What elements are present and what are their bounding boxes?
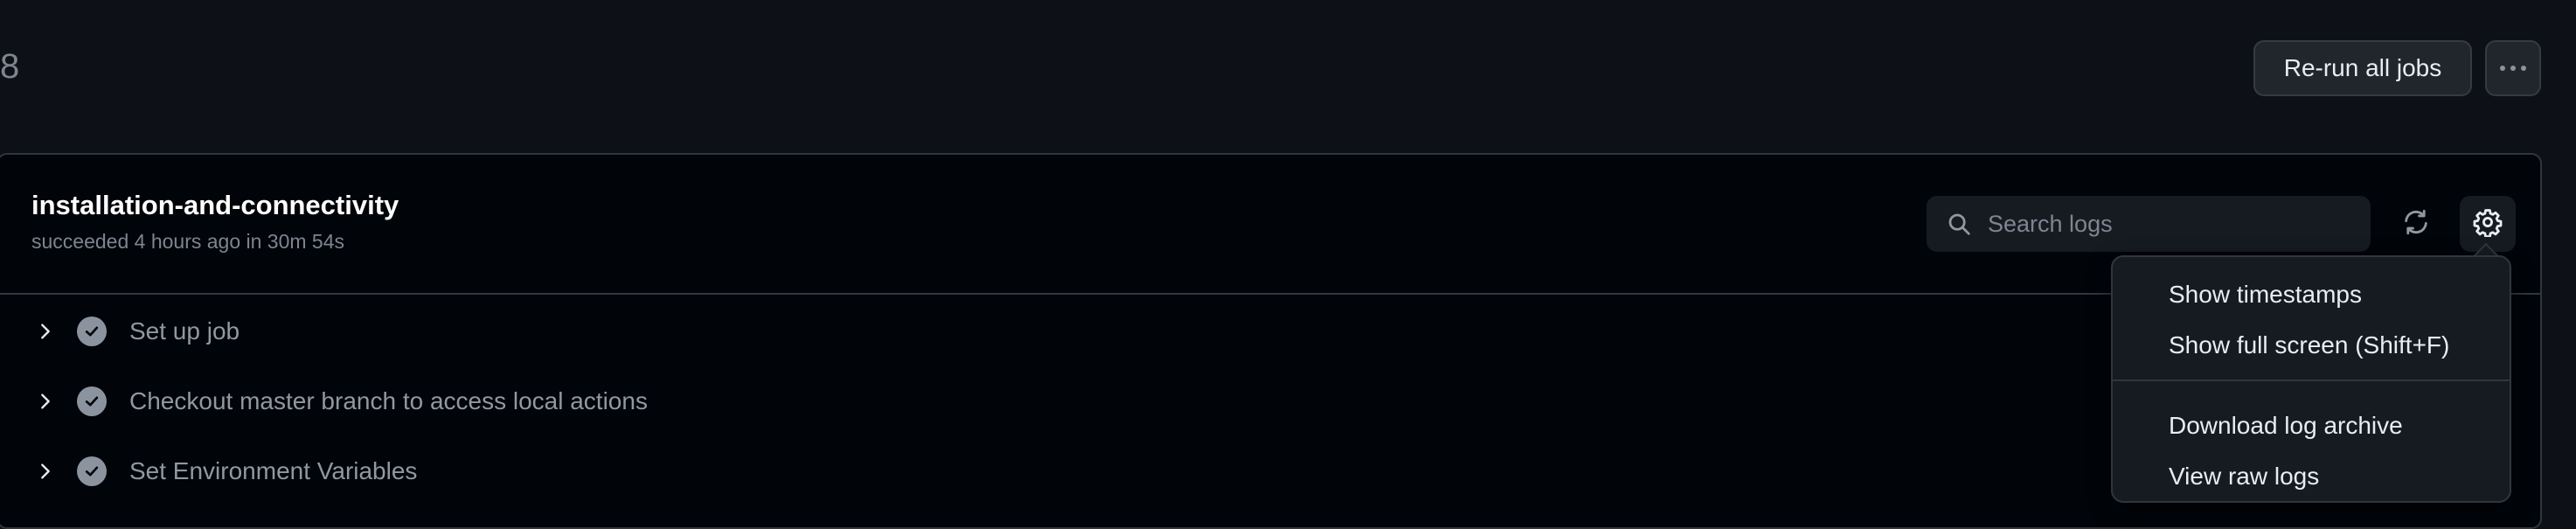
search-logs-field[interactable]	[1927, 196, 2371, 252]
menu-item-download-log-archive[interactable]: Download log archive	[2113, 402, 2510, 449]
search-logs-input[interactable]	[1986, 209, 2353, 239]
step-label: Set up job	[129, 317, 240, 345]
check-circle-icon	[77, 317, 107, 346]
log-settings-menu: Show timestamps Show full screen (Shift+…	[2111, 255, 2511, 503]
gear-icon	[2473, 207, 2503, 241]
kebab-icon	[2500, 66, 2505, 71]
kebab-icon-dot	[2510, 66, 2516, 71]
check-circle-icon	[77, 456, 107, 486]
menu-item-show-full-screen[interactable]: Show full screen (Shift+F)	[2113, 322, 2510, 369]
search-icon	[1944, 209, 1974, 239]
chevron-right-icon	[33, 319, 58, 344]
menu-item-show-timestamps[interactable]: Show timestamps	[2113, 271, 2510, 318]
job-title: installation-and-connectivity	[31, 190, 399, 220]
chevron-right-icon	[33, 389, 58, 414]
check-circle-icon	[77, 386, 107, 416]
chevron-right-icon	[33, 459, 58, 484]
run-number: 8	[0, 47, 20, 86]
job-status-summary: succeeded 4 hours ago in 30m 54s	[31, 230, 345, 253]
menu-divider	[2113, 379, 2510, 381]
rerun-all-jobs-button[interactable]: Re-run all jobs	[2253, 40, 2472, 96]
more-options-button[interactable]	[2485, 40, 2541, 96]
step-label: Checkout master branch to access local a…	[129, 387, 648, 414]
menu-item-view-raw-logs[interactable]: View raw logs	[2113, 453, 2510, 500]
step-label: Set Environment Variables	[129, 457, 418, 484]
log-settings-button[interactable]	[2460, 196, 2516, 252]
refresh-button[interactable]	[2388, 196, 2444, 252]
sync-icon	[2401, 207, 2431, 241]
workflow-run-header: 8 Re-run all jobs	[0, 0, 2576, 153]
kebab-icon-dot	[2521, 66, 2526, 71]
